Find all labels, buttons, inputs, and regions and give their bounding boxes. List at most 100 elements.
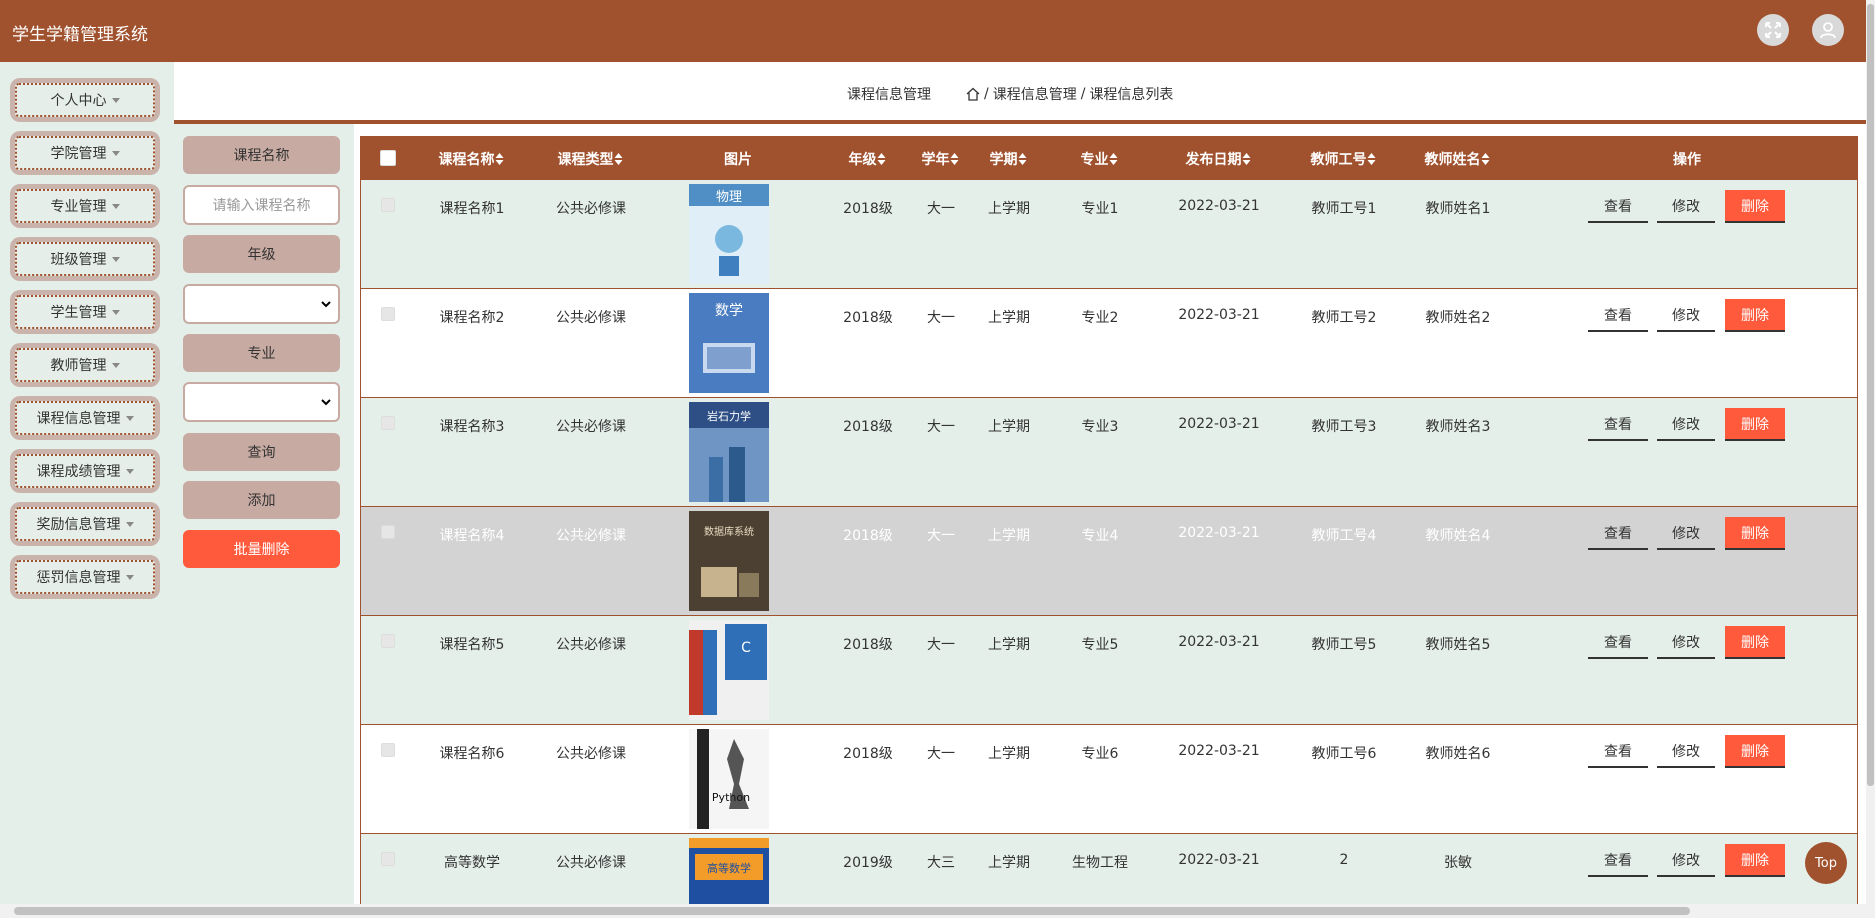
grade-select[interactable]: [183, 284, 340, 324]
horizontal-scrollbar[interactable]: [0, 904, 1866, 918]
breadcrumb: / 课程信息管理 / 课程信息列表: [966, 84, 1173, 104]
row-checkbox[interactable]: [381, 852, 395, 866]
chevron-down-icon: [321, 399, 331, 406]
svg-text:Python: Python: [712, 791, 750, 804]
cell-type: 公共必修课: [556, 419, 626, 435]
delete-button[interactable]: 删除: [1725, 299, 1785, 332]
sidebar-item-2[interactable]: 专业管理: [10, 184, 160, 228]
cell-course: 课程名称3: [439, 419, 505, 435]
course-table: 课程名称 课程类型 图片 年级 学年 学期 专业 发布日期 教师工号 教师姓名 …: [360, 136, 1858, 904]
cell-term: 上学期: [988, 310, 1030, 326]
table-row[interactable]: 课程名称6 公共必修课 2018级 大一 上学期 专业6 2022-03-21 教师工号6 教师…: [360, 725, 1858, 834]
breadcrumb-item-course-mgmt[interactable]: 课程信息管理: [993, 84, 1077, 104]
vertical-scroll-thumb[interactable]: [1867, 4, 1874, 786]
sidebar-item-0[interactable]: 个人中心: [10, 78, 160, 122]
row-checkbox[interactable]: [381, 416, 395, 430]
edit-button[interactable]: 修改: [1657, 408, 1715, 441]
row-checkbox[interactable]: [381, 307, 395, 321]
row-checkbox[interactable]: [381, 198, 395, 212]
cell-type: 公共必修课: [556, 310, 626, 326]
edit-button[interactable]: 修改: [1657, 626, 1715, 659]
cell-tname: 教师姓名1: [1425, 201, 1491, 217]
cell-term: 上学期: [988, 855, 1030, 871]
user-button[interactable]: [1812, 14, 1844, 46]
fullscreen-button[interactable]: [1757, 14, 1789, 46]
delete-button[interactable]: 删除: [1725, 735, 1785, 768]
edit-button[interactable]: 修改: [1657, 190, 1715, 223]
add-button[interactable]: 添加: [183, 481, 340, 519]
cell-date: 2022-03-21: [1178, 852, 1260, 868]
course-name-input[interactable]: 请输入课程名称: [183, 185, 340, 225]
col-major[interactable]: 专业: [1081, 149, 1118, 169]
edit-button[interactable]: 修改: [1657, 517, 1715, 550]
col-teacher-id[interactable]: 教师工号: [1311, 149, 1376, 169]
svg-text:物理: 物理: [716, 190, 742, 205]
delete-button[interactable]: 删除: [1725, 844, 1785, 877]
sidebar-item-4[interactable]: 学生管理: [10, 290, 160, 334]
table-row[interactable]: 高等数学 公共必修课 2019级 大三 上学期 生物工程 2022-03-21 2 张敏 高等数学…: [360, 834, 1858, 904]
cell-major: 专业3: [1081, 419, 1119, 435]
row-checkbox[interactable]: [381, 525, 395, 539]
view-button[interactable]: 查看: [1588, 517, 1648, 550]
col-course-name[interactable]: 课程名称: [439, 149, 504, 169]
sidebar-item-7[interactable]: 课程成绩管理: [10, 449, 160, 493]
sidebar-item-8[interactable]: 奖励信息管理: [10, 502, 160, 546]
cell-term: 上学期: [988, 528, 1030, 544]
batch-delete-button[interactable]: 批量删除: [183, 530, 340, 568]
table-row[interactable]: 课程名称2 公共必修课 2018级 大一 上学期 专业2 2022-03-21 教师工号2 教师…: [360, 289, 1858, 398]
view-button[interactable]: 查看: [1588, 299, 1648, 332]
home-icon[interactable]: [966, 87, 980, 101]
sidebar-item-6[interactable]: 课程信息管理: [10, 396, 160, 440]
major-select[interactable]: [183, 382, 340, 422]
sidebar-item-label: 教师管理: [50, 358, 107, 374]
delete-button[interactable]: 删除: [1725, 517, 1785, 550]
delete-button[interactable]: 删除: [1725, 408, 1785, 441]
col-term[interactable]: 学期: [990, 149, 1027, 169]
query-button[interactable]: 查询: [183, 433, 340, 471]
vertical-scrollbar[interactable]: [1866, 0, 1875, 918]
cell-major: 专业2: [1081, 310, 1119, 326]
cell-year: 大一: [927, 637, 955, 653]
col-year[interactable]: 学年: [922, 149, 959, 169]
caret-down-icon: [111, 309, 120, 315]
view-button[interactable]: 查看: [1588, 735, 1648, 768]
sidebar-item-9[interactable]: 惩罚信息管理: [10, 555, 160, 599]
col-publish-date[interactable]: 发布日期: [1186, 149, 1251, 169]
course-name-label: 课程名称: [183, 136, 340, 174]
view-button[interactable]: 查看: [1588, 626, 1648, 659]
view-button[interactable]: 查看: [1588, 844, 1648, 877]
edit-button[interactable]: 修改: [1657, 735, 1715, 768]
view-button[interactable]: 查看: [1588, 408, 1648, 441]
table-row[interactable]: 课程名称1 公共必修课 2018级 大一 上学期 专业1 2022-03-21 教师工号1 教师…: [360, 180, 1858, 289]
cell-term: 上学期: [988, 746, 1030, 762]
cell-year: 大一: [927, 419, 955, 435]
cell-year: 大一: [927, 310, 955, 326]
select-all-checkbox[interactable]: [380, 150, 396, 166]
cell-grade: 2018级: [843, 201, 893, 217]
view-button[interactable]: 查看: [1588, 190, 1648, 223]
caret-down-icon: [111, 97, 120, 103]
horizontal-scroll-thumb[interactable]: [14, 907, 1690, 915]
svg-text:岩石力学: 岩石力学: [707, 409, 751, 423]
row-checkbox[interactable]: [381, 743, 395, 757]
svg-text:C: C: [741, 640, 751, 656]
col-course-type[interactable]: 课程类型: [558, 149, 623, 169]
row-checkbox[interactable]: [381, 634, 395, 648]
col-teacher-name[interactable]: 教师姓名: [1425, 149, 1490, 169]
table-row[interactable]: 课程名称5 公共必修课 2018级 大一 上学期 专业5 2022-03-21 教师工号5 教师…: [360, 616, 1858, 725]
delete-button[interactable]: 删除: [1725, 190, 1785, 223]
edit-button[interactable]: 修改: [1657, 844, 1715, 877]
back-to-top-button[interactable]: Top: [1805, 842, 1847, 884]
delete-button[interactable]: 删除: [1725, 626, 1785, 659]
cell-tid: 教师工号3: [1311, 419, 1377, 435]
sidebar-item-1[interactable]: 学院管理: [10, 131, 160, 175]
chevron-down-icon: [321, 301, 331, 308]
table-row[interactable]: 课程名称4 公共必修课 2018级 大一 上学期 专业4 2022-03-21 教师工号4 教师…: [360, 507, 1858, 616]
sidebar-item-5[interactable]: 教师管理: [10, 343, 160, 387]
edit-button[interactable]: 修改: [1657, 299, 1715, 332]
book-cover-image: 数学: [689, 293, 769, 393]
sidebar-item-3[interactable]: 班级管理: [10, 237, 160, 281]
breadcrumb-bar: 课程信息管理 / 课程信息管理 / 课程信息列表: [174, 62, 1866, 124]
table-row[interactable]: 课程名称3 公共必修课 2018级 大一 上学期 专业3 2022-03-21 教师工号3 教师…: [360, 398, 1858, 507]
col-grade[interactable]: 年级: [849, 149, 886, 169]
